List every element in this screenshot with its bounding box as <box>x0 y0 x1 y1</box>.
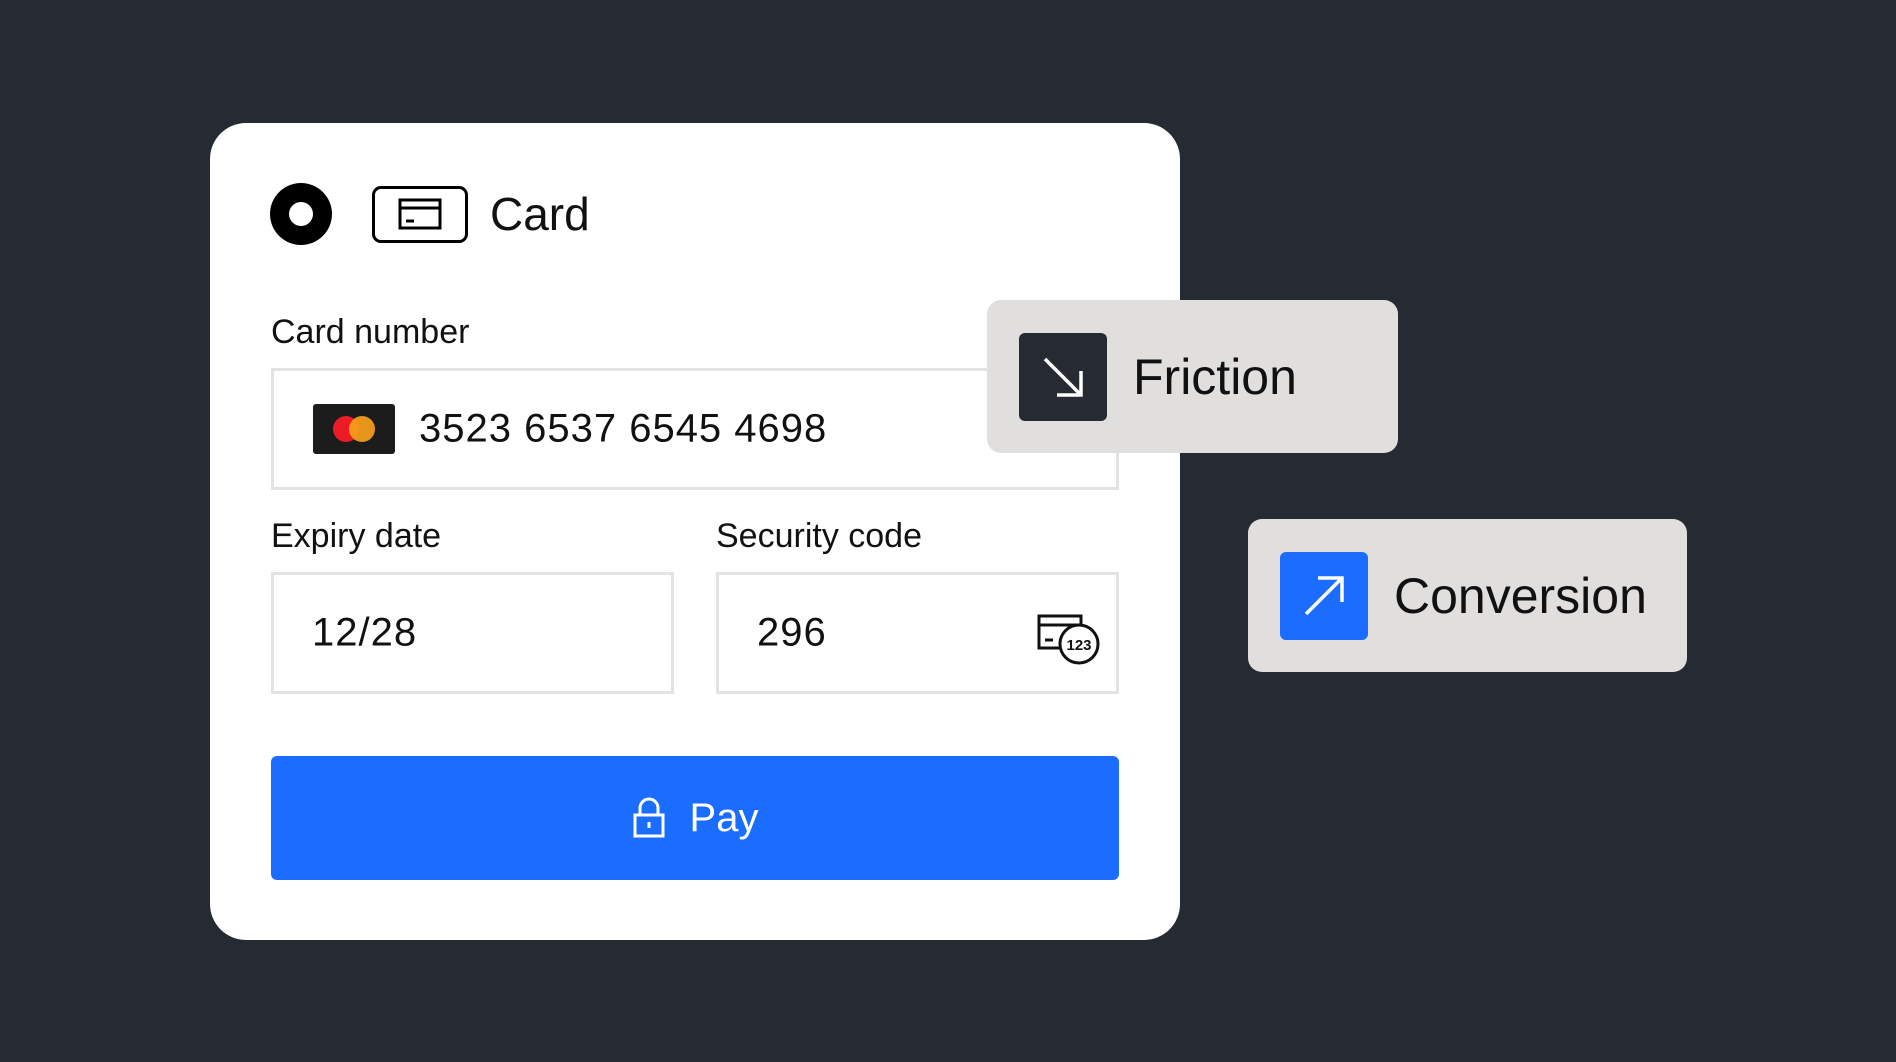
conversion-label: Conversion <box>1394 567 1647 624</box>
arrow-down-right-icon <box>1019 332 1107 421</box>
security-code-value: 296 <box>757 610 827 655</box>
payment-method-label: Card <box>490 188 590 240</box>
credit-card-icon <box>372 185 468 243</box>
payment-card-panel: Card Card number 3523 6537 6545 4698 Exp… <box>210 123 1180 940</box>
security-code-input[interactable]: 296 123 <box>716 572 1119 694</box>
payment-method-radio[interactable] <box>270 183 332 245</box>
expiry-date-value: 12/28 <box>312 610 418 655</box>
pay-button-label: Pay <box>689 795 759 840</box>
mastercard-logo-icon <box>313 404 395 454</box>
expiry-date-label: Expiry date <box>271 517 442 555</box>
svg-text:123: 123 <box>1066 637 1091 654</box>
pay-button[interactable]: Pay <box>271 756 1119 880</box>
security-code-label: Security code <box>716 517 922 555</box>
card-number-label: Card number <box>271 313 470 351</box>
expiry-date-input[interactable]: 12/28 <box>271 572 674 694</box>
payment-method-row[interactable]: Card <box>270 183 590 245</box>
cvc-card-icon: 123 <box>1037 614 1100 665</box>
friction-tag: Friction <box>987 300 1398 453</box>
arrow-up-right-icon <box>1280 551 1368 640</box>
card-number-value: 3523 6537 6545 4698 <box>419 406 828 451</box>
conversion-tag: Conversion <box>1248 519 1687 672</box>
lock-icon <box>633 797 665 838</box>
friction-label: Friction <box>1133 348 1297 405</box>
